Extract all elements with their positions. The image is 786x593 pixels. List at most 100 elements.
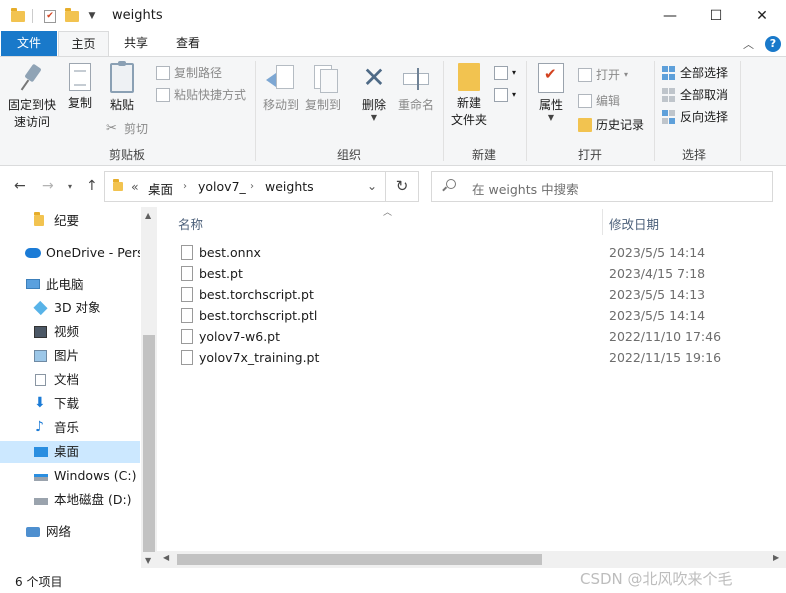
new-folder-button[interactable]: 新建 文件夹: [448, 63, 490, 129]
recent-locations-chevron-icon[interactable]: ▾: [68, 182, 72, 191]
file-icon: [181, 266, 193, 281]
move-to-button[interactable]: 移动到: [261, 63, 301, 114]
maximize-button[interactable]: ☐: [693, 0, 739, 31]
file-icon: [181, 329, 193, 344]
properties-button[interactable]: 属性 ▼: [533, 63, 569, 122]
delete-dropdown-chevron-icon[interactable]: ▼: [356, 114, 392, 122]
file-row[interactable]: yolov7x_training.pt 2022/11/15 19:16: [173, 347, 733, 368]
column-header-name[interactable]: 名称: [178, 214, 203, 233]
paste-button[interactable]: 粘贴: [104, 61, 140, 114]
cut-button[interactable]: ✂ 剪切: [106, 119, 148, 139]
organize-group-label: 组织: [336, 148, 361, 162]
file-icon: [181, 287, 193, 302]
nav-item-onedrive[interactable]: OneDrive - Perso: [0, 242, 140, 264]
nav-item-pictures[interactable]: 图片: [0, 345, 140, 367]
clipboard-icon: [110, 61, 134, 93]
copy-to-button[interactable]: 复制到: [303, 63, 343, 114]
easy-access-icon: [494, 88, 508, 102]
rename-button[interactable]: 重命名: [396, 63, 436, 114]
breadcrumb-yolov7[interactable]: yolov7_: [198, 179, 246, 194]
edit-button[interactable]: 编辑: [578, 91, 620, 111]
breadcrumb-separator-icon[interactable]: ›: [183, 181, 187, 192]
nav-item-desktop[interactable]: 桌面: [0, 441, 140, 463]
drive-icon: [34, 498, 48, 505]
breadcrumb-separator-icon[interactable]: ›: [250, 181, 254, 192]
nav-item-downloads[interactable]: ⬇ 下载: [0, 393, 140, 415]
tab-share[interactable]: 共享: [112, 31, 160, 56]
nav-item-music[interactable]: ♪ 音乐: [0, 417, 140, 439]
nav-item-this-pc[interactable]: 此电脑: [0, 274, 140, 296]
file-row[interactable]: best.pt 2023/4/15 7:18: [173, 263, 733, 284]
edit-icon: [578, 94, 592, 108]
properties-quick-icon[interactable]: ✔: [41, 7, 59, 25]
select-none-button[interactable]: 全部取消: [662, 85, 728, 105]
refresh-button[interactable]: ↻: [385, 171, 419, 202]
breadcrumb-desktop[interactable]: 桌面: [148, 179, 173, 198]
new-folder-quick-icon[interactable]: [63, 7, 81, 25]
nav-item-drive-d[interactable]: 本地磁盘 (D:): [0, 489, 140, 511]
nav-item-3d-objects[interactable]: 3D 对象: [0, 297, 140, 319]
invert-selection-button[interactable]: 反向选择: [662, 107, 728, 127]
nav-item-videos[interactable]: 视频: [0, 321, 140, 343]
ribbon: 固定到快 速访问 复制 粘贴 复制路径 粘贴快捷方式 ✂ 剪切 剪贴板 移动到 …: [0, 56, 786, 166]
copy-icon: [69, 63, 91, 91]
search-input[interactable]: 在 weights 中搜索: [472, 179, 579, 198]
file-row[interactable]: yolov7-w6.pt 2022/11/10 17:46: [173, 326, 733, 347]
history-icon: [578, 118, 592, 132]
properties-dropdown-chevron-icon[interactable]: ▼: [533, 114, 569, 122]
forward-arrow-icon[interactable]: →: [42, 178, 54, 194]
nav-item-documents[interactable]: 文档: [0, 369, 140, 391]
file-list-horizontal-scrollbar[interactable]: ◀ ▶: [157, 551, 786, 568]
breadcrumb-weights[interactable]: weights: [265, 179, 314, 194]
nav-pane-scrollbar[interactable]: ▲ ▼: [141, 207, 157, 568]
minimize-button[interactable]: —: [647, 0, 693, 31]
new-item-button[interactable]: ▾: [494, 63, 516, 83]
copy-button[interactable]: 复制: [62, 63, 98, 112]
column-header-date[interactable]: 修改日期: [609, 214, 659, 233]
watermark: CSDN @北风吹来个毛: [580, 570, 733, 588]
open-button[interactable]: 打开 ▾: [578, 65, 628, 85]
paste-shortcut-button[interactable]: 粘贴快捷方式: [156, 85, 246, 105]
select-none-icon: [662, 88, 676, 102]
file-row[interactable]: best.onnx 2023/5/5 14:14: [173, 242, 733, 263]
help-icon[interactable]: ?: [765, 36, 781, 52]
pin-icon: [18, 63, 46, 93]
address-dropdown-chevron-icon[interactable]: ⌄: [367, 179, 377, 193]
file-row[interactable]: best.torchscript.ptl 2023/5/5 14:14: [173, 305, 733, 326]
search-icon: [446, 179, 456, 189]
close-button[interactable]: ✕: [739, 0, 785, 31]
scrollbar-thumb[interactable]: [143, 335, 155, 552]
sort-ascending-icon: ︿: [383, 208, 393, 218]
select-all-button[interactable]: 全部选择: [662, 63, 728, 83]
pin-to-quick-access-button[interactable]: 固定到快 速访问: [6, 63, 58, 131]
new-group-label: 新建: [471, 148, 496, 162]
scroll-down-arrow-icon[interactable]: ▼: [145, 556, 151, 565]
tab-view[interactable]: 查看: [164, 31, 212, 56]
nav-item-network[interactable]: 网络: [0, 521, 140, 543]
search-box[interactable]: 在 weights 中搜索: [431, 171, 773, 202]
tab-home[interactable]: 主页: [58, 31, 109, 56]
new-item-icon: [494, 66, 508, 80]
scrollbar-thumb[interactable]: [177, 554, 542, 565]
collapse-ribbon-icon[interactable]: ︿: [743, 36, 754, 52]
up-arrow-icon[interactable]: ↑: [86, 178, 98, 194]
copy-path-button[interactable]: 复制路径: [156, 63, 222, 83]
scroll-left-arrow-icon[interactable]: ◀: [163, 553, 169, 562]
file-row[interactable]: best.torchscript.pt 2023/5/5 14:13: [173, 284, 733, 305]
nav-item-drive-c[interactable]: Windows (C:): [0, 465, 140, 487]
delete-button[interactable]: ✕ 删除 ▼: [356, 63, 392, 122]
group-divider: [255, 61, 256, 161]
customize-qa-chevron-icon[interactable]: ▼: [86, 7, 98, 25]
scroll-right-arrow-icon[interactable]: ▶: [773, 553, 779, 562]
scroll-up-arrow-icon[interactable]: ▲: [145, 211, 151, 220]
column-divider[interactable]: [602, 209, 603, 235]
easy-access-button[interactable]: ▾: [494, 85, 516, 105]
breadcrumb-overflow[interactable]: «: [131, 179, 139, 194]
back-arrow-icon[interactable]: ←: [14, 178, 26, 194]
nav-item-jiyao[interactable]: 纪要: [0, 210, 140, 232]
address-bar[interactable]: « 桌面 › yolov7_ › weights ⌄: [104, 171, 419, 202]
group-divider: [654, 61, 655, 161]
history-button[interactable]: 历史记录: [578, 115, 644, 135]
new-item-chevron-icon: ▾: [512, 68, 517, 77]
tab-file[interactable]: 文件: [1, 31, 57, 56]
